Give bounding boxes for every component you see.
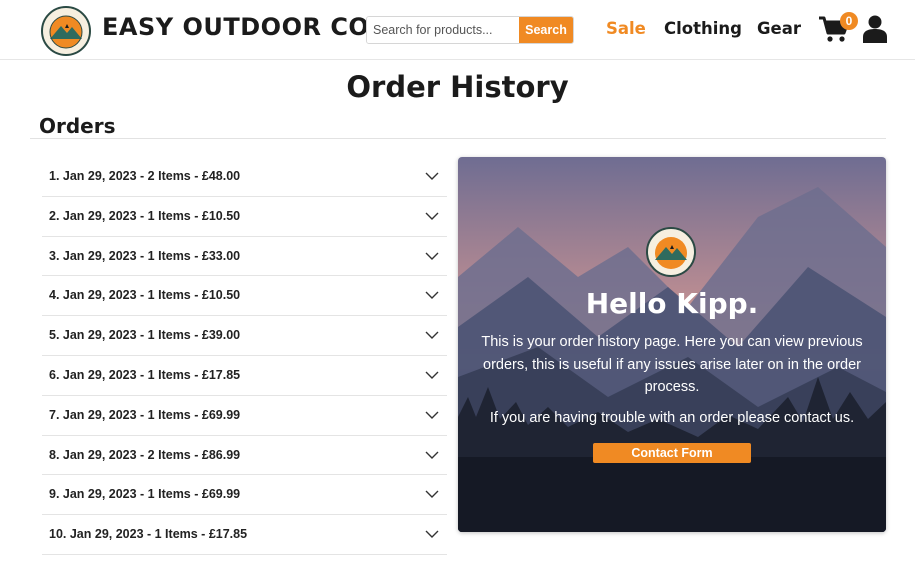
chevron-down-icon[interactable] [425,370,439,380]
order-summary: 2. Jan 29, 2023 - 1 Items - £10.50 [49,208,241,223]
chevron-down-icon[interactable] [425,410,439,420]
cart-count-badge: 0 [840,12,858,30]
order-row[interactable]: 3. Jan 29, 2023 - 1 Items - £33.00 [42,237,447,277]
order-summary: 1. Jan 29, 2023 - 2 Items - £48.00 [49,169,241,183]
order-summary: 9. Jan 29, 2023 - 1 Items - £69.99 [49,487,241,502]
nav-clothing-link[interactable]: Clothing [664,19,742,38]
order-row[interactable]: 1. Jan 29, 2023 - 2 Items - £48.00 [42,157,447,197]
chevron-down-icon[interactable] [425,330,439,340]
order-row[interactable]: 7. Jan 29, 2023 - 1 Items - £69.99 [42,396,447,436]
nav-gear-link[interactable]: Gear [757,19,801,38]
order-row[interactable]: 4. Jan 29, 2023 - 1 Items - £10.50 [42,276,447,317]
chevron-down-icon[interactable] [425,489,439,499]
order-summary: 7. Jan 29, 2023 - 1 Items - £69.99 [49,407,241,422]
greeting-heading: Hello Kipp. [585,287,759,320]
orders-list: 1. Jan 29, 2023 - 2 Items - £48.00 2. Ja… [42,157,447,555]
site-header: EASY OUTDOOR CO. Search Sale Clothing Ge… [0,0,915,60]
brand-logo-icon[interactable] [41,6,91,56]
chevron-down-icon[interactable] [425,211,439,221]
order-row[interactable]: 2. Jan 29, 2023 - 1 Items - £10.50 [42,197,447,237]
user-icon[interactable] [863,15,887,43]
order-summary: 4. Jan 29, 2023 - 1 Items - £10.50 [49,288,241,303]
panel-description: This is your order history page. Here yo… [481,334,863,395]
order-row[interactable]: 8. Jan 29, 2023 - 2 Items - £86.99 [42,436,447,476]
order-row[interactable]: 9. Jan 29, 2023 - 1 Items - £69.99 [42,475,447,516]
order-row[interactable]: 6. Jan 29, 2023 - 1 Items - £17.85 [42,356,447,396]
divider [30,138,886,139]
chevron-down-icon[interactable] [425,171,439,181]
contact-form-button[interactable]: Contact Form [593,443,751,463]
chevron-down-icon[interactable] [425,251,439,261]
chevron-down-icon[interactable] [425,450,439,460]
order-summary: 5. Jan 29, 2023 - 1 Items - £39.00 [49,328,241,343]
order-summary: 10. Jan 29, 2023 - 1 Items - £17.85 [49,527,248,542]
search-bar: Search [366,16,574,44]
order-summary: 3. Jan 29, 2023 - 1 Items - £33.00 [49,248,241,263]
welcome-panel: Hello Kipp. This is your order history p… [458,157,886,532]
panel-help-text: If you are having trouble with an order … [489,410,855,426]
order-summary: 8. Jan 29, 2023 - 2 Items - £86.99 [49,447,241,462]
nav-sale-link[interactable]: Sale [606,19,646,38]
order-row[interactable]: 5. Jan 29, 2023 - 1 Items - £39.00 [42,316,447,356]
order-row[interactable]: 10. Jan 29, 2023 - 1 Items - £17.85 [42,515,447,555]
order-summary: 6. Jan 29, 2023 - 1 Items - £17.85 [49,367,241,382]
chevron-down-icon[interactable] [425,529,439,539]
brand-logo-icon [646,227,696,277]
page-title: Order History [346,70,569,104]
orders-heading: Orders [39,114,116,138]
chevron-down-icon[interactable] [425,290,439,300]
brand-name[interactable]: EASY OUTDOOR CO. [102,13,378,41]
search-button[interactable]: Search [519,17,573,43]
search-input[interactable] [367,17,519,43]
